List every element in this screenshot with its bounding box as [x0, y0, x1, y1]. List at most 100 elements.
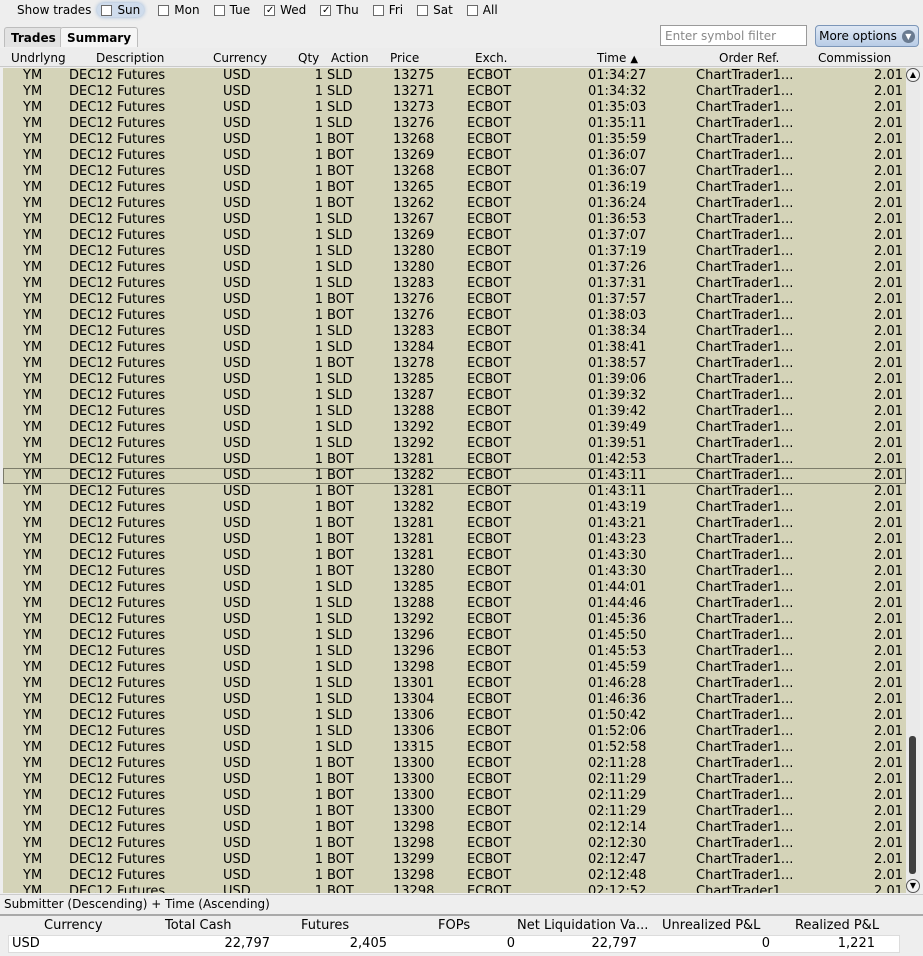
checkbox-icon[interactable] — [417, 4, 429, 16]
table-row[interactable]: YM DEC12 Futures USD 1 BOT 13281 ECBOT 01:42:53… — [3, 452, 906, 468]
table-row[interactable]: YM DEC12 Futures USD 1 BOT 13300 ECBOT 02:11:29… — [3, 788, 906, 804]
table-row[interactable]: YM DEC12 Futures USD 1 SLD 13275 ECBOT 01:34:27… — [3, 68, 906, 84]
tab-summary[interactable]: Summary — [60, 27, 139, 47]
table-row[interactable]: YM DEC12 Futures USD 1 SLD 13306 ECBOT 01:52:06… — [3, 724, 906, 740]
cell-time: 01:45:53 — [588, 644, 647, 659]
col-time[interactable]: Time ▲ — [597, 51, 638, 65]
table-row[interactable]: YM DEC12 Futures USD 1 SLD 13271 ECBOT 01:34:32… — [3, 84, 906, 100]
table-row[interactable]: YM DEC12 Futures USD 1 BOT 13269 ECBOT 01:36:07… — [3, 148, 906, 164]
table-row[interactable]: YM DEC12 Futures USD 1 SLD 13284 ECBOT 01:38:41… — [3, 340, 906, 356]
table-row[interactable]: YM DEC12 Futures USD 1 SLD 13273 ECBOT 01:35:03… — [3, 100, 906, 116]
table-row[interactable]: YM DEC12 Futures USD 1 SLD 13283 ECBOT 01:37:31… — [3, 276, 906, 292]
cell-exchange: ECBOT — [467, 100, 512, 115]
col-order-ref[interactable]: Order Ref. — [719, 51, 779, 65]
col-action[interactable]: Action — [331, 51, 369, 65]
table-row[interactable]: YM DEC12 Futures USD 1 SLD 13283 ECBOT 01:38:34… — [3, 324, 906, 340]
checkbox-icon[interactable] — [101, 4, 113, 16]
table-row[interactable]: YM DEC12 Futures USD 1 BOT 13298 ECBOT 02:12:48… — [3, 868, 906, 884]
checkbox-icon[interactable] — [264, 4, 276, 16]
table-row[interactable]: YM DEC12 Futures USD 1 BOT 13300 ECBOT 02:11:29… — [3, 772, 906, 788]
more-options-button[interactable]: More options ▼ — [815, 25, 919, 47]
col-qty[interactable]: Qty — [298, 51, 319, 65]
table-row[interactable]: YM DEC12 Futures USD 1 BOT 13281 ECBOT 01:43:30… — [3, 548, 906, 564]
table-row[interactable]: YM DEC12 Futures USD 1 BOT 13298 ECBOT 02:12:14… — [3, 820, 906, 836]
table-row[interactable]: YM DEC12 Futures USD 1 BOT 13282 ECBOT 01:43:11… — [3, 468, 906, 484]
table-row[interactable]: YM DEC12 Futures USD 1 BOT 13265 ECBOT 01:36:19… — [3, 180, 906, 196]
checkbox-icon[interactable] — [372, 4, 384, 16]
table-row[interactable]: YM DEC12 Futures USD 1 BOT 13262 ECBOT 01:36:24… — [3, 196, 906, 212]
cell-time: 01:43:21 — [588, 516, 647, 531]
scroll-thumb[interactable] — [909, 736, 916, 874]
day-mon-checkbox[interactable]: Mon — [158, 3, 200, 17]
table-row[interactable]: YM DEC12 Futures USD 1 BOT 13300 ECBOT 02:11:28… — [3, 756, 906, 772]
cell-time: 01:43:11 — [588, 468, 647, 483]
cell-commission: 2.01 — [874, 468, 903, 483]
table-row[interactable]: YM DEC12 Futures USD 1 SLD 13292 ECBOT 01:39:49… — [3, 420, 906, 436]
col-underlying[interactable]: Undrlyng — [11, 51, 66, 65]
day-tue-checkbox[interactable]: Tue — [213, 3, 250, 17]
cell-order-ref: ChartTrader1... — [696, 212, 794, 227]
table-row[interactable]: YM DEC12 Futures USD 1 BOT 13268 ECBOT 01:35:59… — [3, 132, 906, 148]
col-description[interactable]: Description — [96, 51, 164, 65]
table-row[interactable]: YM DEC12 Futures USD 1 SLD 13296 ECBOT 01:45:53… — [3, 644, 906, 660]
day-sun-checkbox[interactable]: Sun — [97, 3, 145, 17]
cell-description: DEC12 Futures — [69, 852, 166, 867]
table-row[interactable]: YM DEC12 Futures USD 1 BOT 13299 ECBOT 02:12:47… — [3, 852, 906, 868]
day-thu-checkbox[interactable]: Thu — [320, 3, 359, 17]
table-row[interactable]: YM DEC12 Futures USD 1 SLD 13285 ECBOT 01:44:01… — [3, 580, 906, 596]
table-row[interactable]: YM DEC12 Futures USD 1 SLD 13280 ECBOT 01:37:19… — [3, 244, 906, 260]
table-row[interactable]: YM DEC12 Futures USD 1 SLD 13285 ECBOT 01:39:06… — [3, 372, 906, 388]
table-row[interactable]: YM DEC12 Futures USD 1 SLD 13301 ECBOT 01:46:28… — [3, 676, 906, 692]
cell-action: SLD — [327, 740, 353, 755]
day-sat-checkbox[interactable]: Sat — [417, 3, 453, 17]
symbol-filter-input[interactable] — [660, 25, 807, 46]
table-row[interactable]: YM DEC12 Futures USD 1 BOT 13300 ECBOT 02:11:29… — [3, 804, 906, 820]
checkbox-icon[interactable] — [158, 4, 170, 16]
cell-underlying: YM — [23, 772, 43, 787]
day-fri-checkbox[interactable]: Fri — [372, 3, 403, 17]
cell-underlying: YM — [23, 164, 43, 179]
col-commission[interactable]: Commission — [818, 51, 891, 65]
checkbox-icon[interactable] — [320, 4, 332, 16]
table-row[interactable]: YM DEC12 Futures USD 1 BOT 13268 ECBOT 01:36:07… — [3, 164, 906, 180]
table-row[interactable]: YM DEC12 Futures USD 1 BOT 13282 ECBOT 01:43:19… — [3, 500, 906, 516]
checkbox-icon[interactable] — [213, 4, 225, 16]
table-row[interactable]: YM DEC12 Futures USD 1 BOT 13298 ECBOT 02:12:30… — [3, 836, 906, 852]
col-currency[interactable]: Currency — [213, 51, 267, 65]
vertical-scrollbar[interactable]: ▲ ▼ — [906, 68, 920, 893]
table-row[interactable]: YM DEC12 Futures USD 1 BOT 13280 ECBOT 01:43:30… — [3, 564, 906, 580]
table-row[interactable]: YM DEC12 Futures USD 1 SLD 13292 ECBOT 01:45:36… — [3, 612, 906, 628]
table-row[interactable]: YM DEC12 Futures USD 1 SLD 13306 ECBOT 01:50:42… — [3, 708, 906, 724]
table-row[interactable]: YM DEC12 Futures USD 1 SLD 13292 ECBOT 01:39:51… — [3, 436, 906, 452]
table-row[interactable]: YM DEC12 Futures USD 1 BOT 13278 ECBOT 01:38:57… — [3, 356, 906, 372]
table-row[interactable]: YM DEC12 Futures USD 1 SLD 13287 ECBOT 01:39:32… — [3, 388, 906, 404]
table-row[interactable]: YM DEC12 Futures USD 1 SLD 13288 ECBOT 01:44:46… — [3, 596, 906, 612]
col-price[interactable]: Price — [390, 51, 419, 65]
day-all-checkbox[interactable]: All — [466, 3, 498, 17]
table-row[interactable]: YM DEC12 Futures USD 1 SLD 13296 ECBOT 01:45:50… — [3, 628, 906, 644]
table-row[interactable]: YM DEC12 Futures USD 1 SLD 13276 ECBOT 01:35:11… — [3, 116, 906, 132]
table-row[interactable]: YM DEC12 Futures USD 1 SLD 13269 ECBOT 01:37:07… — [3, 228, 906, 244]
table-row[interactable]: YM DEC12 Futures USD 1 BOT 13276 ECBOT 01:37:57… — [3, 292, 906, 308]
table-row[interactable]: YM DEC12 Futures USD 1 BOT 13276 ECBOT 01:38:03… — [3, 308, 906, 324]
cell-currency: USD — [223, 436, 251, 451]
table-row[interactable]: YM DEC12 Futures USD 1 SLD 13304 ECBOT 01:46:36… — [3, 692, 906, 708]
table-row[interactable]: YM DEC12 Futures USD 1 BOT 13281 ECBOT 01:43:21… — [3, 516, 906, 532]
table-row[interactable]: YM DEC12 Futures USD 1 SLD 13315 ECBOT 01:52:58… — [3, 740, 906, 756]
cell-qty: 1 — [314, 436, 323, 451]
table-row[interactable]: YM DEC12 Futures USD 1 SLD 13280 ECBOT 01:37:26… — [3, 260, 906, 276]
col-exchange[interactable]: Exch. — [475, 51, 508, 65]
table-row[interactable]: YM DEC12 Futures USD 1 BOT 13281 ECBOT 01:43:23… — [3, 532, 906, 548]
scroll-down-icon[interactable]: ▼ — [906, 879, 920, 893]
tab-trades[interactable]: Trades — [4, 27, 63, 47]
table-row[interactable]: YM DEC12 Futures USD 1 BOT 13298 ECBOT 02:12:52… — [3, 884, 906, 894]
day-wed-checkbox[interactable]: Wed — [264, 3, 306, 17]
cell-description: DEC12 Futures — [69, 740, 166, 755]
sum-fops: 0 — [506, 936, 515, 951]
checkbox-icon[interactable] — [466, 4, 478, 16]
table-row[interactable]: YM DEC12 Futures USD 1 SLD 13288 ECBOT 01:39:42… — [3, 404, 906, 420]
table-row[interactable]: YM DEC12 Futures USD 1 SLD 13267 ECBOT 01:36:53… — [3, 212, 906, 228]
table-row[interactable]: YM DEC12 Futures USD 1 BOT 13281 ECBOT 01:43:11… — [3, 484, 906, 500]
table-row[interactable]: YM DEC12 Futures USD 1 SLD 13298 ECBOT 01:45:59… — [3, 660, 906, 676]
scroll-up-icon[interactable]: ▲ — [906, 68, 920, 82]
